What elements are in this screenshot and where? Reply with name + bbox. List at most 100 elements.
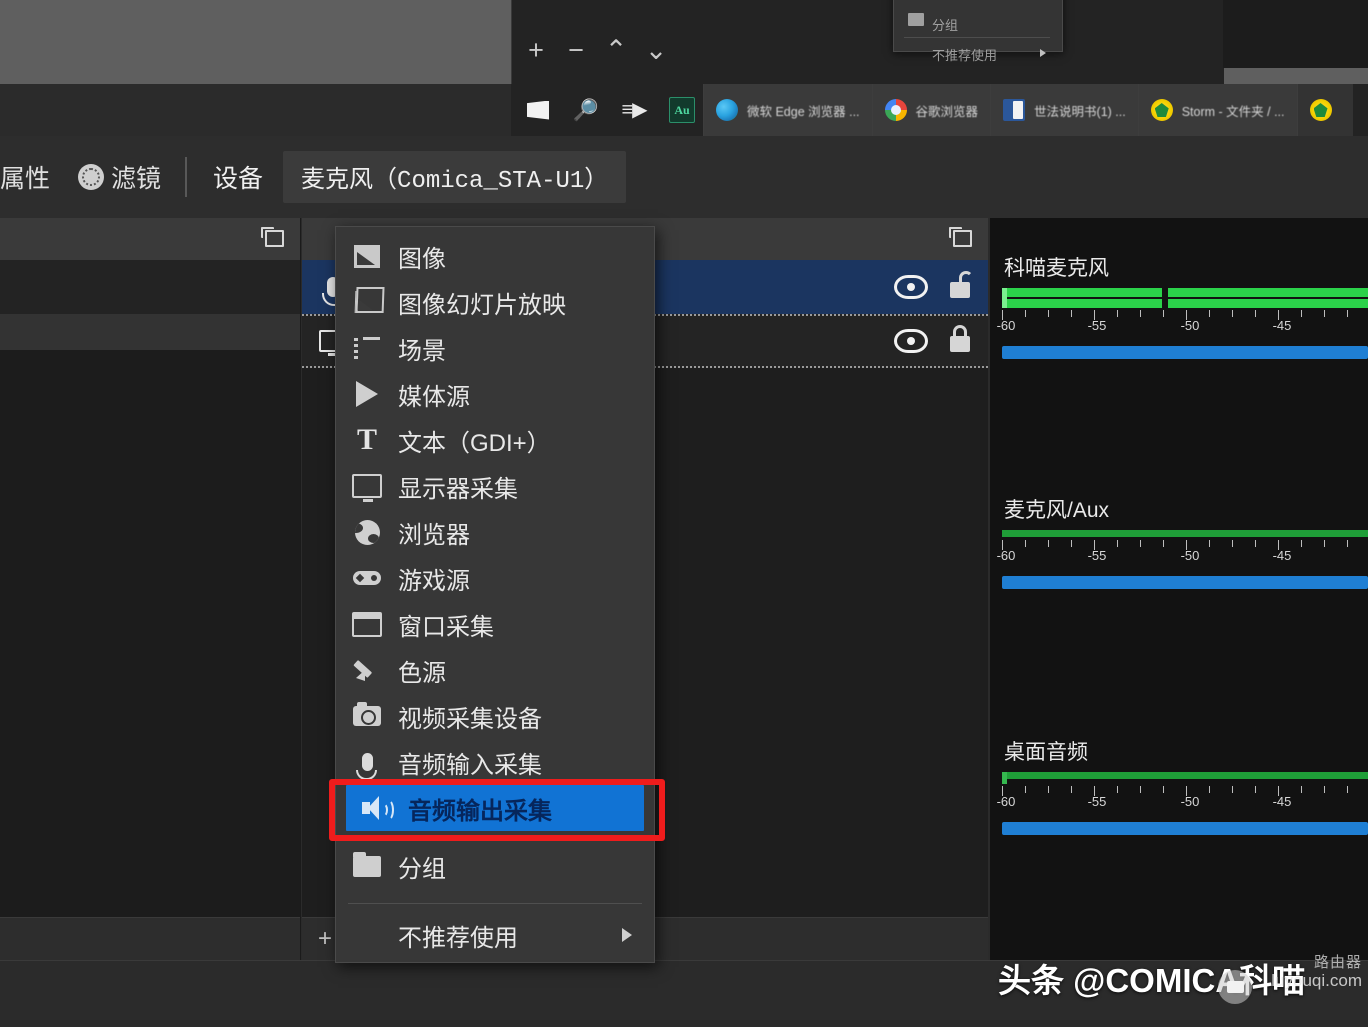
volume-meter [1002, 772, 1368, 786]
chevron-right-icon [622, 928, 632, 942]
list-item[interactable] [0, 260, 300, 314]
storm-icon [1310, 99, 1332, 121]
background-context-menu: 分组 不推荐使用 [893, 0, 1063, 52]
filter-icon [78, 164, 104, 190]
filters-button[interactable]: 滤镜 [64, 154, 175, 200]
menu-item-label: 文本（GDI+） [398, 423, 654, 458]
volume-meter [1002, 530, 1368, 540]
audition-label: Au [669, 97, 695, 123]
tick-label: -60 [997, 548, 1016, 563]
volume-meter [1002, 288, 1368, 310]
menu-item-scene[interactable]: 场景 [336, 325, 654, 371]
filters-label: 滤镜 [111, 159, 161, 195]
menu-item-label: 图像幻灯片放映 [398, 285, 654, 320]
tick-label: -50 [1181, 794, 1200, 809]
menu-item-audio-input-capture[interactable]: 音频输入采集 [336, 739, 654, 785]
obs-studio-window: + − ⌃ ⌄ 分组 不推荐使用 🔎 ≡▶ Au 微软 Edge 浏览器 ...… [0, 0, 1368, 1026]
mixer-track: 麦克风/Aux -60 -55 -50 -45 [990, 494, 1368, 589]
background-window-top-right [1223, 0, 1368, 68]
word-icon [1003, 99, 1025, 121]
scenes-list[interactable] [0, 260, 300, 918]
unlock-icon[interactable] [950, 282, 970, 298]
gamepad-icon [352, 563, 382, 593]
menu-item-group[interactable]: 分组 [336, 843, 654, 889]
tick-label: -45 [1273, 794, 1292, 809]
add-source-button[interactable]: + [318, 927, 332, 951]
move-up-icon[interactable]: ⌃ [603, 37, 629, 64]
menu-item-game-capture[interactable]: 游戏源 [336, 555, 654, 601]
menu-item-video-capture-device[interactable]: 视频采集设备 [336, 693, 654, 739]
start-button[interactable] [525, 97, 551, 123]
mixer-track: 科喵麦克风 -60 -55 -50 -45 [990, 252, 1368, 359]
window-icon [352, 609, 382, 639]
task-view-icon[interactable]: ≡▶ [621, 97, 647, 123]
taskbar-item-label: Storm - 文件夹 / ... [1182, 101, 1285, 120]
move-down-icon[interactable]: ⌄ [643, 37, 669, 64]
watermark-overlay-url: luyouqi.com [1271, 971, 1362, 990]
tick-label: -45 [1273, 548, 1292, 563]
taskbar-system-area: 🔎 ≡▶ Au [511, 84, 703, 136]
search-icon[interactable]: 🔎 [573, 97, 599, 123]
menu-item-display-capture[interactable]: 显示器采集 [336, 463, 654, 509]
menu-item-deprecated[interactable]: 不推荐使用 [336, 912, 654, 958]
menu-item-audio-output-capture[interactable]: 音频输出采集 [346, 785, 644, 831]
edge-icon [716, 99, 738, 121]
menu-item-label: 分组 [398, 849, 654, 884]
popout-icon[interactable] [953, 230, 972, 247]
source-toolbar: 属性 滤镜 设备 麦克风（Comica_STA-U1） [0, 136, 1368, 218]
popout-icon[interactable] [265, 230, 284, 247]
scenes-panel [0, 218, 301, 960]
add-icon[interactable]: + [523, 37, 549, 64]
menu-item-window-capture[interactable]: 窗口采集 [336, 601, 654, 647]
taskbar-item-edge[interactable]: 微软 Edge 浏览器 ... [703, 84, 872, 136]
meter-peak-indicator [1002, 772, 1007, 784]
source-row-actions [894, 329, 988, 353]
properties-label: 属性 [0, 159, 50, 195]
watermark-overlay-cn: 路由器 [1314, 954, 1362, 971]
tick-label: -50 [1181, 548, 1200, 563]
audio-mixer-panel: 科喵麦克风 -60 -55 -50 -45 麦克风/Aux [990, 218, 1368, 960]
add-source-context-menu: 图像 图像幻灯片放映 场景 媒体源 T 文本（GDI+） 显示器采集 浏览器 [335, 226, 655, 963]
volume-slider[interactable] [1002, 346, 1368, 359]
taskbar-item-label: 谷歌浏览器 [916, 101, 979, 120]
mixer-track: 桌面音频 -60 -55 -50 -45 [990, 736, 1368, 835]
remove-icon[interactable]: − [563, 37, 589, 64]
watermark: 头条 @COMICA科喵 路由器 luyouqi.com [990, 950, 1368, 1006]
menu-item-image[interactable]: 图像 [336, 233, 654, 279]
list-item[interactable] [0, 350, 300, 918]
chrome-icon [885, 99, 907, 121]
device-select[interactable]: 麦克风（Comica_STA-U1） [283, 151, 626, 203]
taskbar-item-chrome[interactable]: 谷歌浏览器 [872, 84, 991, 136]
menu-item-label: 视频采集设备 [398, 699, 654, 734]
scene-list-icon [352, 333, 382, 363]
properties-button[interactable]: 属性 [0, 154, 64, 200]
eye-icon[interactable] [894, 329, 928, 353]
menu-item-text-gdi[interactable]: T 文本（GDI+） [336, 417, 654, 463]
folder-icon [352, 851, 382, 881]
microphone-icon [352, 747, 382, 777]
volume-slider[interactable] [1002, 576, 1368, 589]
menu-item-label: 音频输出采集 [408, 791, 644, 826]
menu-item-browser[interactable]: 浏览器 [336, 509, 654, 555]
menu-item-label: 浏览器 [398, 515, 654, 550]
meter-peak-indicator [1002, 288, 1007, 308]
lock-icon[interactable] [950, 336, 970, 352]
audition-icon[interactable]: Au [669, 97, 695, 123]
taskbar-item-word[interactable]: 世法说明书(1) ... [990, 84, 1138, 136]
taskbar-item-storm-2[interactable] [1297, 84, 1353, 136]
text-icon: T [352, 425, 382, 455]
menu-item-media-source[interactable]: 媒体源 [336, 371, 654, 417]
speaker-icon [362, 793, 392, 823]
tick-label: -60 [997, 794, 1016, 809]
camera-icon [352, 701, 382, 731]
media-play-icon [352, 379, 382, 409]
scenes-panel-footer [0, 917, 300, 960]
eye-icon[interactable] [894, 275, 928, 299]
monitor-icon [352, 471, 382, 501]
scenes-panel-header [0, 218, 300, 260]
menu-item-color-source[interactable]: 色源 [336, 647, 654, 693]
menu-item-image-slideshow[interactable]: 图像幻灯片放映 [336, 279, 654, 325]
list-item[interactable] [0, 314, 300, 350]
volume-slider[interactable] [1002, 822, 1368, 835]
taskbar-item-storm[interactable]: Storm - 文件夹 / ... [1138, 84, 1297, 136]
